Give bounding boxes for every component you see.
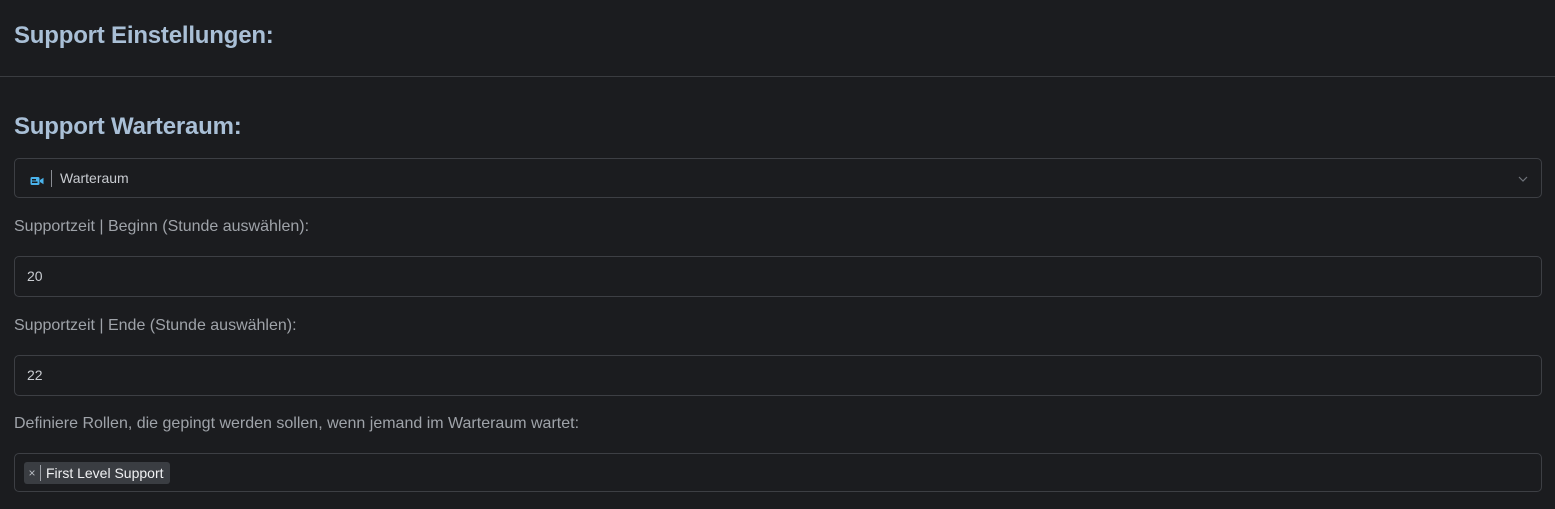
- ping-roles-label: Definiere Rollen, die gepingt werden sol…: [14, 415, 580, 432]
- waiting-room-title: Support Warteraum:: [14, 113, 242, 140]
- settings-title: Support Einstellungen:: [14, 22, 274, 49]
- video-camera-icon: [30, 173, 44, 185]
- support-end-input[interactable]: 22: [14, 355, 1542, 396]
- chevron-down-icon[interactable]: [1517, 172, 1529, 184]
- support-begin-label: Supportzeit | Beginn (Stunde auswählen):: [14, 218, 310, 235]
- support-begin-input[interactable]: 20: [14, 256, 1542, 297]
- role-tag-label: First Level Support: [46, 465, 164, 481]
- section-divider: [0, 76, 1555, 77]
- support-begin-value: 20: [27, 268, 43, 284]
- role-tag: × First Level Support: [24, 462, 170, 484]
- selected-channel-label: Warteraum: [60, 170, 129, 186]
- support-end-value: 22: [27, 367, 43, 383]
- support-end-label: Supportzeit | Ende (Stunde auswählen):: [14, 317, 297, 334]
- select-separator: [51, 170, 52, 187]
- waiting-room-channel-select[interactable]: Warteraum: [14, 158, 1542, 198]
- ping-roles-multiselect[interactable]: × First Level Support: [14, 453, 1542, 492]
- remove-tag-button[interactable]: ×: [24, 465, 41, 481]
- support-settings-panel: Support Einstellungen: Support Warteraum…: [0, 0, 1555, 509]
